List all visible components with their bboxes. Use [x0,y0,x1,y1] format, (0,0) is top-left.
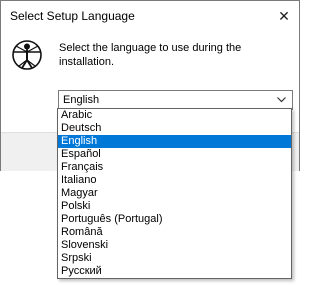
language-option[interactable]: Deutsch [58,122,291,135]
chevron-down-icon[interactable] [274,92,288,108]
language-option[interactable]: Slovenski [58,239,291,252]
language-dropdown-list: Arabic Deutsch English Español Français … [57,108,292,279]
language-option[interactable]: Русский [58,265,291,278]
vitruvian-man-icon [12,40,42,70]
language-option-selected[interactable]: English [58,135,291,148]
language-option[interactable]: Română [58,226,291,239]
window-title: Select Setup Language [10,9,135,23]
language-option[interactable]: Português (Portugal) [58,213,291,226]
language-option[interactable]: Italiano [58,174,291,187]
language-combobox-value: English [63,94,100,106]
language-combobox[interactable]: English [58,90,293,110]
language-option[interactable]: Srpski [58,252,291,265]
close-button[interactable]: ✕ [269,1,299,31]
language-option[interactable]: Arabic [58,109,291,122]
language-option[interactable]: Magyar [58,187,291,200]
prompt-text: Select the language to use during the in… [59,42,242,68]
language-option[interactable]: Español [58,148,291,161]
language-option[interactable]: Français [58,161,291,174]
language-option[interactable]: Polski [58,200,291,213]
title-bar: Select Setup Language ✕ [1,1,299,31]
